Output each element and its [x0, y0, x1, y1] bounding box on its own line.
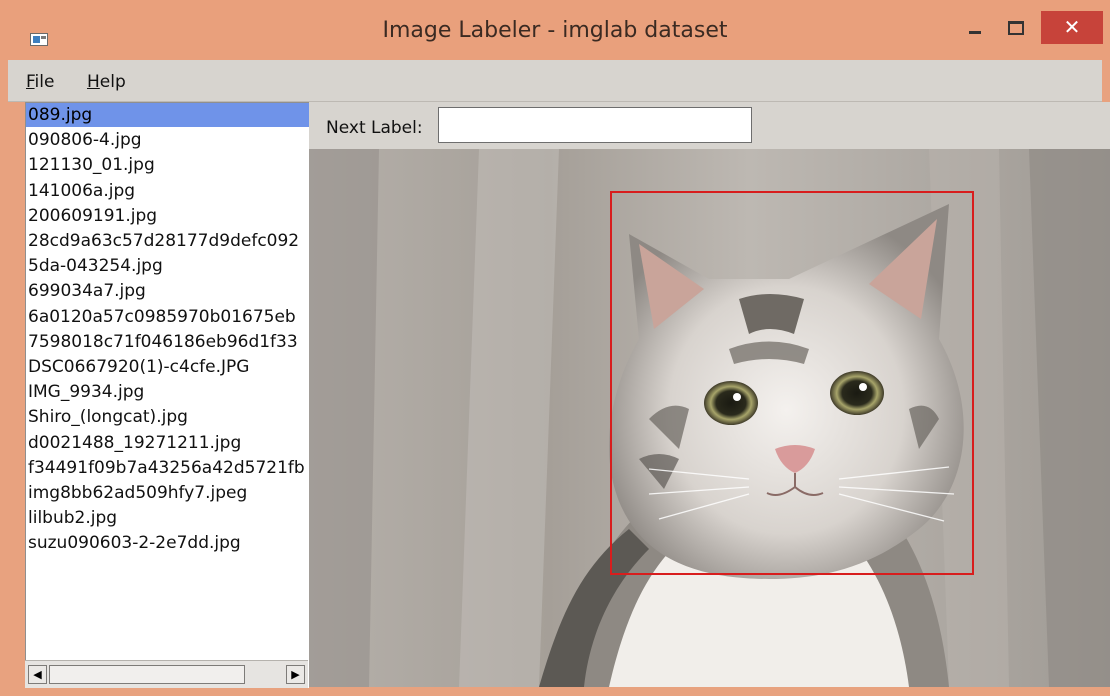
list-item[interactable]: d0021488_19271211.jpg	[26, 431, 309, 455]
list-item[interactable]: 28cd9a63c57d28177d9defc092	[26, 229, 309, 253]
list-item[interactable]: DSC0667920(1)-c4cfe.JPG	[26, 355, 309, 379]
list-item[interactable]: 699034a7.jpg	[26, 279, 309, 303]
list-item[interactable]: 141006a.jpg	[26, 179, 309, 203]
list-item[interactable]: Shiro_(longcat).jpg	[26, 405, 309, 429]
app-window: Image Labeler - imglab dataset ✕ File He…	[0, 0, 1110, 696]
window-title: Image Labeler - imglab dataset	[382, 18, 728, 43]
bounding-box[interactable]	[610, 191, 974, 575]
menu-help-mnemonic: H	[87, 72, 100, 92]
menu-bar: File Help	[8, 60, 1102, 102]
list-item[interactable]: lilbub2.jpg	[26, 506, 309, 530]
maximize-icon[interactable]	[1000, 15, 1030, 39]
menu-help-label: elp	[99, 72, 126, 92]
menu-file-label: ile	[34, 72, 55, 92]
minimize-icon[interactable]	[962, 15, 988, 39]
list-item[interactable]: 121130_01.jpg	[26, 153, 309, 177]
list-item[interactable]: 5da-043254.jpg	[26, 254, 309, 278]
next-label-caption: Next Label:	[326, 118, 423, 138]
list-item[interactable]: 7598018c71f046186eb96d1f33	[26, 330, 309, 354]
list-item[interactable]: 089.jpg	[26, 103, 309, 127]
list-item[interactable]: 6a0120a57c0985970b01675eb	[26, 305, 309, 329]
image-file-list[interactable]: 089.jpg 090806-4.jpg 121130_01.jpg 141006a.…	[25, 102, 309, 688]
label-toolbar: Next Label:	[309, 102, 1110, 149]
menu-file-mnemonic: F	[26, 72, 35, 92]
horizontal-scrollbar[interactable]: ◀ ▶	[25, 660, 308, 688]
close-icon[interactable]: ✕	[1041, 11, 1103, 44]
menu-file[interactable]: File	[26, 72, 54, 92]
list-item[interactable]: 090806-4.jpg	[26, 128, 309, 152]
title-bar[interactable]: Image Labeler - imglab dataset ✕	[0, 0, 1110, 60]
list-item[interactable]: f34491f09b7a43256a42d5721fb	[26, 456, 309, 480]
arrow-right-icon[interactable]: ▶	[286, 665, 305, 684]
menu-help[interactable]: Help	[87, 72, 126, 92]
list-item[interactable]: IMG_9934.jpg	[26, 380, 309, 404]
next-label-input[interactable]	[438, 107, 752, 143]
scrollbar-thumb[interactable]	[49, 665, 245, 684]
list-item[interactable]: img8bb62ad509hfy7.jpeg	[26, 481, 309, 505]
list-item[interactable]: suzu090603-2-2e7dd.jpg	[26, 531, 309, 555]
list-item[interactable]: 200609191.jpg	[26, 204, 309, 228]
arrow-left-icon[interactable]: ◀	[28, 665, 47, 684]
